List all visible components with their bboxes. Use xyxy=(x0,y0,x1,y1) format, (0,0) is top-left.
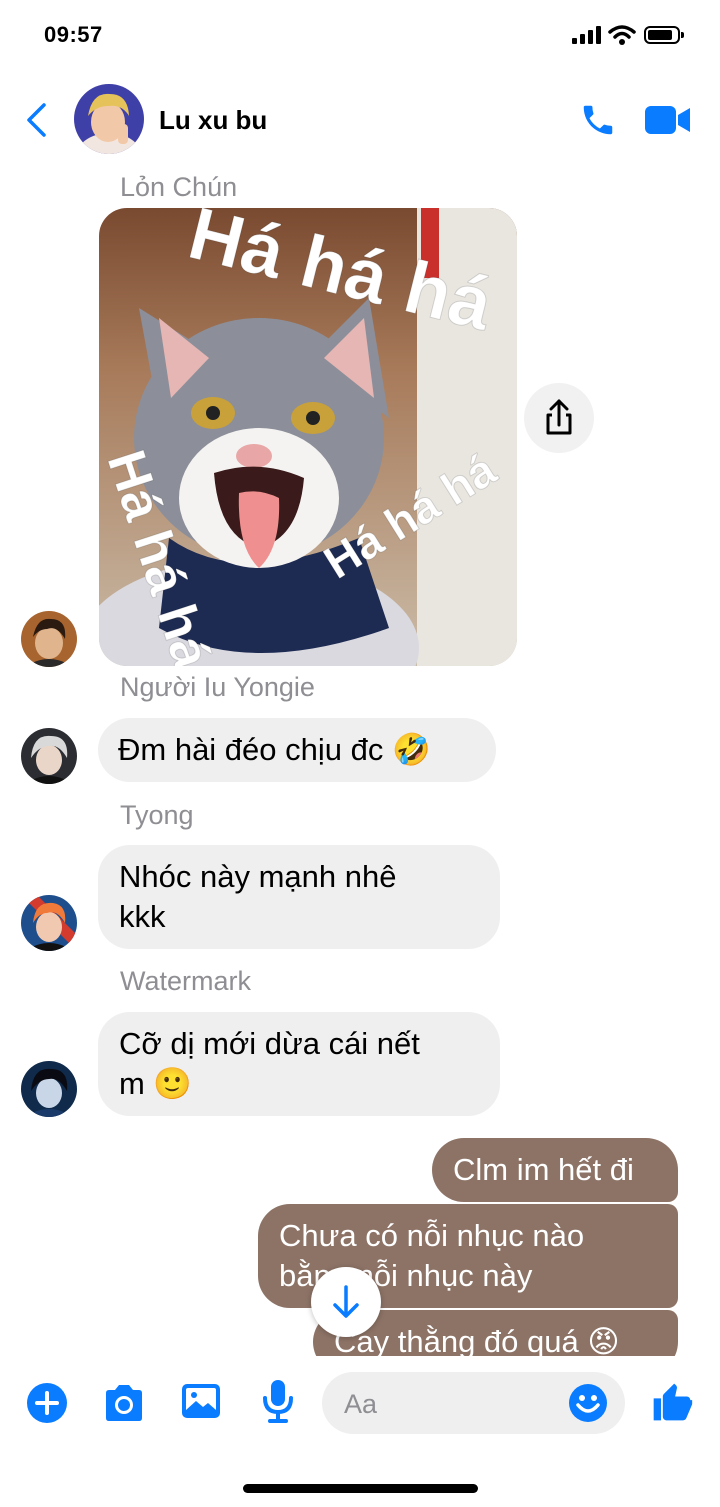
status-time: 09:57 xyxy=(44,22,103,47)
message-line: kkk xyxy=(119,899,166,934)
scroll-down-button[interactable] xyxy=(311,1267,381,1337)
message-bubble[interactable]: Nhóc này mạnh nhê kkk xyxy=(98,845,500,949)
message-composer[interactable] xyxy=(322,1372,625,1434)
back-chevron-icon[interactable] xyxy=(24,102,50,138)
cat-meme-image[interactable]: Há há há Há há há Há há há xyxy=(99,208,517,666)
sender-avatar[interactable] xyxy=(21,1061,77,1117)
share-button[interactable] xyxy=(524,383,594,453)
image-icon[interactable] xyxy=(180,1382,222,1420)
message-line: m 🙂 xyxy=(119,1066,193,1101)
signal-icon xyxy=(572,26,604,44)
sender-name: Người Iu Yongie xyxy=(120,672,315,702)
microphone-icon[interactable] xyxy=(260,1378,296,1424)
message-line: Cỡ dị mới dừa cái nết xyxy=(119,1026,420,1061)
thumbs-up-icon[interactable] xyxy=(650,1380,694,1424)
message-bubble[interactable]: Clm im hết đi xyxy=(432,1138,678,1202)
message-bubble[interactable]: Cỡ dị mới dừa cái nết m 🙂 xyxy=(98,1012,500,1116)
sender-avatar[interactable] xyxy=(21,611,77,667)
sender-name: Lỏn Chún xyxy=(120,172,238,202)
scroll-down-arrow-icon xyxy=(333,1285,359,1318)
emoji-icon[interactable] xyxy=(568,1383,608,1423)
sender-name: Watermark xyxy=(120,966,252,996)
home-indicator xyxy=(243,1484,478,1493)
sender-avatar[interactable] xyxy=(21,728,77,784)
video-camera-icon[interactable] xyxy=(644,104,692,136)
phone-icon[interactable] xyxy=(579,101,617,139)
wifi-icon xyxy=(608,25,636,45)
add-icon[interactable] xyxy=(26,1382,68,1424)
camera-icon[interactable] xyxy=(102,1383,146,1423)
contact-avatar[interactable] xyxy=(74,84,144,154)
sender-avatar[interactable] xyxy=(21,895,77,951)
battery-icon xyxy=(644,26,684,44)
sender-name: Tyong xyxy=(120,800,194,830)
message-bubble[interactable]: Đm hài đéo chịu đc 🤣 xyxy=(98,718,496,782)
message-input[interactable] xyxy=(342,1386,566,1422)
contact-name[interactable]: Lu xu bu xyxy=(159,105,267,136)
share-icon xyxy=(546,399,572,435)
message-line: Chưa có nỗi nhục nào xyxy=(279,1218,585,1253)
message-line: Nhóc này mạnh nhê xyxy=(119,859,397,894)
